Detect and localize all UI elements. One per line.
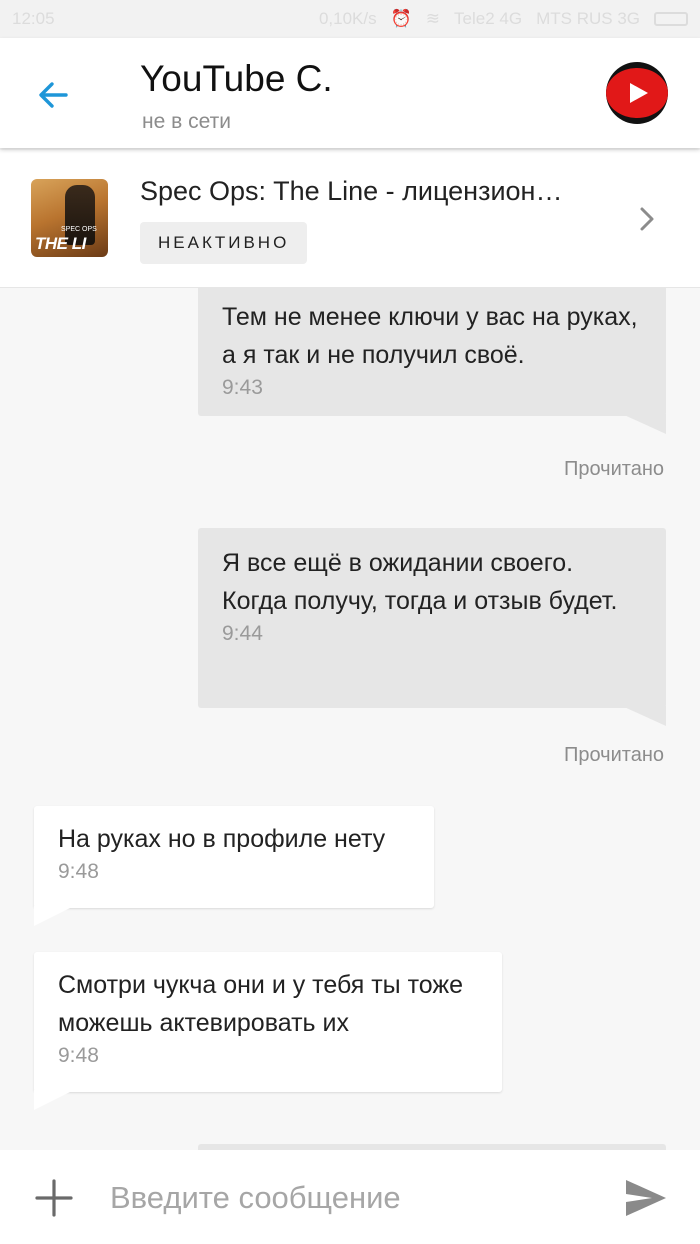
message-time: 9:48 [58,860,99,883]
send-icon [626,1180,666,1216]
battery-icon [654,12,688,26]
carrier-1: Tele2 4G [454,9,523,28]
bubble-tail [622,706,666,726]
network-speed: 0,10K/s [318,9,377,28]
message-input[interactable] [110,1170,590,1226]
bubble-tail [34,906,74,926]
message-outgoing: Я все ещё в ожидании своего. Когда получ… [198,528,666,728]
send-button[interactable] [624,1178,668,1218]
alarm-icon: ⏰ [390,9,412,28]
status-badge: НЕАКТИВНО [140,222,308,264]
read-receipt: Прочитано [564,458,664,480]
message-text: Я все ещё в ожидании своего. Когда получ… [222,549,618,615]
product-title: Spec Ops: The Line - лицензион… [140,176,563,206]
status-time: 12:05 [12,9,55,28]
message-list[interactable]: Тем не менее ключи у вас на руках, а я т… [0,288,700,1150]
back-button[interactable] [30,72,76,118]
status-indicators: 0,10K/s ⏰ ≋ Tele2 4G MTS RUS 3G [319,9,688,29]
status-bar: 12:05 0,10K/s ⏰ ≋ Tele2 4G MTS RUS 3G [0,0,700,38]
message-bubble[interactable]: Тем не менее ключи у вас на руках, а я т… [198,288,666,416]
composer-bar [0,1150,700,1244]
thumb-small-text: SPEC OPS [61,226,97,233]
bubble-tail [34,1090,74,1110]
product-card[interactable]: SPEC OPS THE LI Spec Ops: The Line - лиц… [0,150,700,288]
wifi-icon: ≋ [425,9,441,28]
contact-status: не в сети [142,110,231,133]
message-text: На руках но в профиле нету [58,825,386,853]
message-text: Смотри чукча они и у тебя ты тоже можешь… [58,971,464,1037]
chat-header: YouTube C. не в сети [0,38,700,148]
product-thumbnail: SPEC OPS THE LI [31,179,108,257]
message-time: 9:43 [222,376,263,399]
contact-avatar[interactable] [606,62,668,124]
message-time: 9:44 [222,622,263,645]
carrier-2: MTS RUS 3G [536,9,640,28]
plus-icon [35,1179,73,1217]
message-incoming: Смотри чукча они и у тебя ты тоже можешь… [34,952,502,1112]
message-outgoing: Тем не менее ключи у вас на руках, а я т… [198,288,666,442]
message-time: 9:48 [58,1044,99,1067]
read-receipt: Прочитано [564,744,664,766]
attach-button[interactable] [34,1178,74,1218]
contact-name[interactable]: YouTube C. [140,58,333,100]
thumb-logo: THE LI [35,234,86,253]
chevron-right-icon[interactable] [636,204,660,234]
message-bubble[interactable]: Я все ещё в ожидании своего. Когда получ… [198,528,666,708]
bubble-tail [622,414,666,434]
message-bubble[interactable]: Смотри чукча они и у тебя ты тоже можешь… [34,952,502,1092]
arrow-left-icon [39,82,68,108]
message-text: Тем не менее ключи у вас на руках, а я т… [222,303,638,369]
play-icon [630,83,648,103]
message-bubble[interactable]: На руках но в профиле нету 9:48 [34,806,434,908]
message-incoming: На руках но в профиле нету 9:48 [34,806,434,930]
